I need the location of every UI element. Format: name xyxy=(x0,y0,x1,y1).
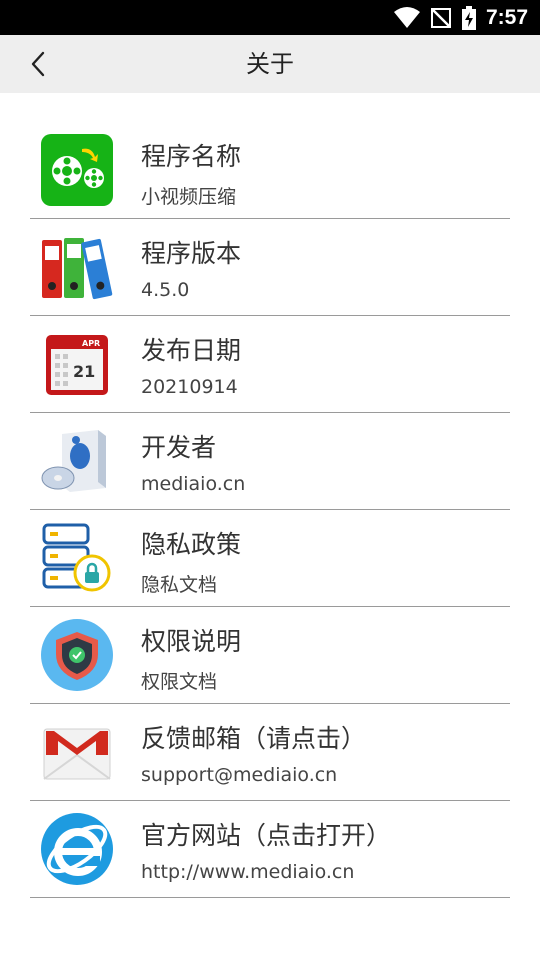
list-item-release-date[interactable]: APR 21 发布日期 20210914 xyxy=(30,316,510,413)
item-value: mediaio.cn xyxy=(141,473,246,495)
item-value: 小视频压缩 xyxy=(141,186,237,208)
about-list: 程序名称 小视频压缩 程序版本 4.5.0 APR 21 发布日期 202109… xyxy=(30,122,510,898)
shield-check-icon xyxy=(40,618,114,692)
binders-icon xyxy=(40,230,114,304)
battery-charging-icon xyxy=(461,5,476,30)
film-reel-icon xyxy=(40,133,114,207)
software-box-icon xyxy=(40,424,114,498)
calendar-icon: APR 21 xyxy=(40,327,114,401)
item-value: http://www.mediaio.cn xyxy=(141,861,355,883)
list-item-version[interactable]: 程序版本 4.5.0 xyxy=(30,219,510,316)
item-value: support@mediaio.cn xyxy=(141,764,338,786)
list-item-privacy-policy[interactable]: 隐私政策 隐私文档 xyxy=(30,510,510,607)
list-item-developer[interactable]: 开发者 mediaio.cn xyxy=(30,413,510,510)
item-value: 隐私文档 xyxy=(141,574,218,596)
server-lock-icon xyxy=(40,521,114,595)
list-item-app-name[interactable]: 程序名称 小视频压缩 xyxy=(30,122,510,219)
page-title: 关于 xyxy=(246,50,294,78)
ie-browser-icon xyxy=(40,812,114,886)
list-item-permissions[interactable]: 权限说明 权限文档 xyxy=(30,607,510,704)
item-label: 程序版本 xyxy=(141,239,242,268)
item-label: 隐私政策 xyxy=(141,530,242,559)
item-label: 官方网站（点击打开） xyxy=(141,821,392,850)
item-label: 权限说明 xyxy=(141,627,242,656)
wifi-icon xyxy=(393,6,420,29)
status-bar: 7:57 xyxy=(0,0,540,35)
item-value: 20210914 xyxy=(141,376,238,398)
mail-icon xyxy=(40,715,114,789)
item-label: 反馈邮箱（请点击） xyxy=(141,724,367,753)
item-label: 开发者 xyxy=(141,433,217,462)
item-label: 程序名称 xyxy=(141,142,242,171)
svg-text:APR: APR xyxy=(82,339,100,348)
item-value: 4.5.0 xyxy=(141,279,190,301)
list-item-feedback-email[interactable]: 反馈邮箱（请点击） support@mediaio.cn xyxy=(30,704,510,801)
no-signal-icon xyxy=(430,7,452,29)
item-label: 发布日期 xyxy=(141,336,242,365)
clock-time: 7:57 xyxy=(485,5,528,29)
list-item-website[interactable]: 官方网站（点击打开） http://www.mediaio.cn xyxy=(30,801,510,898)
app-bar: 关于 xyxy=(0,35,540,93)
item-value: 权限文档 xyxy=(141,671,218,693)
svg-text:21: 21 xyxy=(73,362,95,381)
